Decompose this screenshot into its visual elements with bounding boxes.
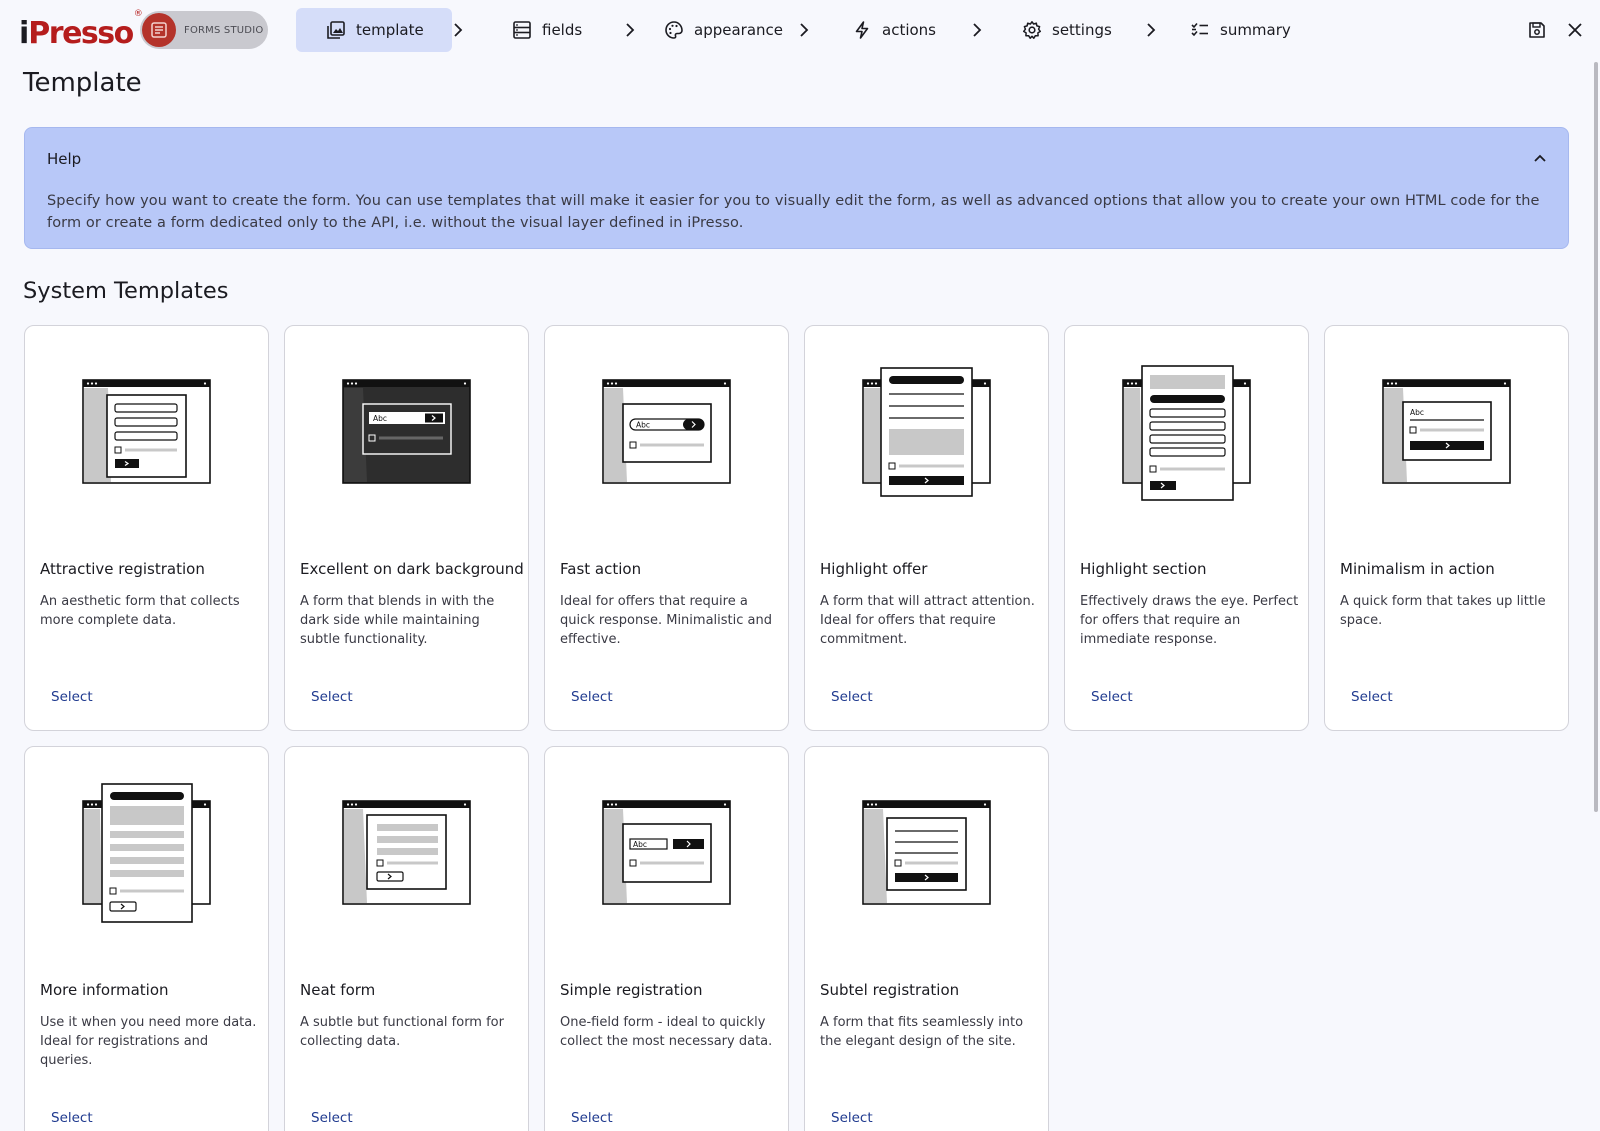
template-description: A form that blends in with the dark side… <box>300 594 495 647</box>
template-description: A form that will attract attention. Idea… <box>820 594 1035 647</box>
template-description: An aesthetic form that collects more com… <box>40 594 240 628</box>
illustration-sample-text: Abc <box>633 840 647 849</box>
palette-icon <box>664 20 684 40</box>
step-settings[interactable]: settings <box>1022 8 1112 52</box>
template-illustration: Abc <box>285 326 528 546</box>
template-illustration <box>1065 326 1308 546</box>
template-description: One-field form - ideal to quickly collec… <box>560 1015 773 1049</box>
template-illustration: Abc <box>545 326 788 546</box>
logo-registered-mark: ® <box>133 9 143 19</box>
fields-list-icon <box>512 20 532 40</box>
help-text: Specify how you want to create the form.… <box>47 193 1540 231</box>
select-button[interactable]: Select <box>51 689 93 705</box>
chevron-right-icon <box>626 23 635 37</box>
template-description: A quick form that takes up little space. <box>1340 594 1546 628</box>
logo-letter-i: i <box>19 16 29 51</box>
step-fields[interactable]: fields <box>512 8 582 52</box>
select-button[interactable]: Select <box>571 1110 613 1126</box>
template-name: Excellent on dark background <box>300 560 524 578</box>
scrollbar-thumb[interactable] <box>1594 62 1598 812</box>
template-card-minimalism-in-action[interactable]: Abc Minimalism in action A quick form th… <box>1324 325 1569 731</box>
template-illustration <box>805 326 1048 546</box>
logo-wordmark: Presso <box>28 16 134 51</box>
template-name: Attractive registration <box>40 560 205 578</box>
lightning-icon <box>852 20 872 40</box>
template-description: Ideal for offers that require a quick re… <box>560 594 772 647</box>
step-actions[interactable]: actions <box>852 8 936 52</box>
step-actions-label: actions <box>882 21 936 39</box>
template-card-subtel-registration[interactable]: Subtel registration A form that fits sea… <box>804 746 1049 1131</box>
template-name: Highlight section <box>1080 560 1207 578</box>
template-name: Subtel registration <box>820 981 960 999</box>
illustration-sample-text: Abc <box>373 414 387 423</box>
checklist-icon <box>1190 20 1210 40</box>
select-button[interactable]: Select <box>571 689 613 705</box>
chevron-up-icon[interactable] <box>1532 150 1548 166</box>
step-template-label: template <box>356 21 424 39</box>
select-button[interactable]: Select <box>831 1110 873 1126</box>
chevron-right-icon <box>973 23 982 37</box>
template-card-fast-action[interactable]: Abc Fast action Ideal for offers that re… <box>544 325 789 731</box>
template-name: Highlight offer <box>820 560 928 578</box>
help-panel: Help Specify how you want to create the … <box>24 127 1569 249</box>
forms-studio-label: FORMS STUDIO <box>184 24 264 36</box>
template-card-simple-registration[interactable]: Abc Simple registration One-field form -… <box>544 746 789 1131</box>
select-button[interactable]: Select <box>831 689 873 705</box>
page-title: Template <box>23 68 142 98</box>
step-summary[interactable]: summary <box>1190 8 1291 52</box>
help-title[interactable]: Help <box>47 150 81 168</box>
template-name: Minimalism in action <box>1340 560 1495 578</box>
template-illustration <box>25 747 268 967</box>
template-name: Simple registration <box>560 981 703 999</box>
template-illustration <box>25 326 268 546</box>
step-appearance[interactable]: appearance <box>664 8 783 52</box>
illustration-sample-text: Abc <box>1410 408 1424 417</box>
template-description: Effectively draws the eye. Perfect for o… <box>1080 594 1299 647</box>
gear-icon <box>1022 20 1042 40</box>
step-settings-label: settings <box>1052 21 1112 39</box>
template-illustration: Abc <box>545 747 788 967</box>
close-icon[interactable] <box>1565 20 1585 40</box>
ipresso-logo: i Presso ® <box>19 9 143 49</box>
template-name: More information <box>40 981 169 999</box>
template-illustration: Abc <box>1325 326 1568 546</box>
step-template[interactable]: template <box>296 8 452 52</box>
select-button[interactable]: Select <box>51 1110 93 1126</box>
top-navigation-bar: i Presso ® FORMS STUDIO template fields ap… <box>0 0 1600 60</box>
template-card-more-information[interactable]: More information Use it when you need mo… <box>24 746 269 1131</box>
chevron-right-icon <box>454 23 463 37</box>
select-button[interactable]: Select <box>1091 689 1133 705</box>
step-appearance-label: appearance <box>694 21 783 39</box>
template-name: Neat form <box>300 981 376 999</box>
save-icon[interactable] <box>1527 20 1547 40</box>
template-illustration <box>805 747 1048 967</box>
select-button[interactable]: Select <box>311 689 353 705</box>
select-button[interactable]: Select <box>311 1110 353 1126</box>
forms-studio-icon <box>142 13 176 47</box>
template-description: A subtle but functional form for collect… <box>300 1015 504 1049</box>
template-card-attractive-registration[interactable]: Attractive registration An aesthetic for… <box>24 325 269 731</box>
template-card-highlight-section[interactable]: Highlight section Effectively draws the … <box>1064 325 1309 731</box>
step-fields-label: fields <box>542 21 583 39</box>
select-button[interactable]: Select <box>1351 689 1393 705</box>
template-card-excellent-on-dark-background[interactable]: Abc Excellent on dark background A form … <box>284 325 529 731</box>
template-description: Use it when you need more data. Ideal fo… <box>40 1015 257 1068</box>
step-summary-label: summary <box>1220 21 1291 39</box>
template-card-highlight-offer[interactable]: Highlight offer A form that will attract… <box>804 325 1049 731</box>
template-name: Fast action <box>560 560 642 578</box>
image-template-icon <box>326 20 346 40</box>
illustration-sample-text: Abc <box>636 421 650 430</box>
chevron-right-icon <box>800 23 809 37</box>
section-title: System Templates <box>23 278 229 304</box>
chevron-right-icon <box>1147 23 1156 37</box>
forms-studio-badge: FORMS STUDIO <box>140 11 268 49</box>
template-card-neat-form[interactable]: Neat form A subtle but functional form f… <box>284 746 529 1131</box>
template-description: A form that fits seamlessly into the ele… <box>820 1015 1024 1049</box>
template-illustration <box>285 747 528 967</box>
